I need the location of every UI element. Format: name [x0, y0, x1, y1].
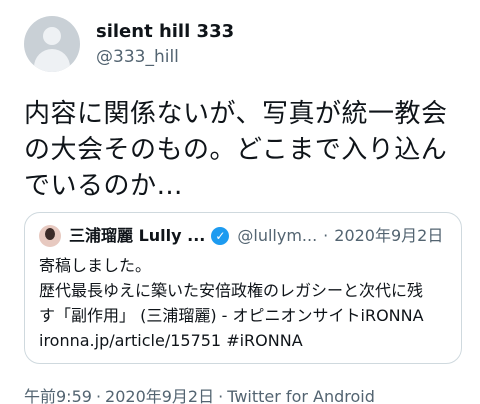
quoted-avatar	[39, 225, 61, 247]
quoted-text-line: 歴代最長ゆえに築いた安倍政権のレガシーと次代に残	[39, 281, 424, 300]
meta-separator: ·	[218, 387, 224, 404]
avatar-body-shape	[34, 49, 70, 72]
tweet-text-line: の大会そのもの。どこまで入り込ん	[24, 135, 448, 165]
author-names: silent hill 333 @333_hill	[96, 20, 234, 68]
tweet-time[interactable]: 午前9:59	[24, 387, 92, 404]
meta-separator: ·	[95, 387, 102, 404]
avatar-head-shape	[43, 27, 61, 45]
tweet-text-line: 内容に関係ないが、写真が統一教会	[24, 99, 448, 129]
verified-badge-icon: ✓	[211, 227, 230, 245]
tweet-source[interactable]: Twitter for Android	[227, 387, 375, 404]
tweet: silent hill 333 @333_hill 内容に関係ないが、写真が統一…	[0, 0, 480, 404]
quoted-handle: @lullym...	[237, 226, 318, 245]
quoted-date: 2020年9月2日	[334, 226, 444, 245]
quoted-text: 寄稿しました。 歴代最長ゆえに築いた安倍政権のレガシーと次代に残 す「副作用」 …	[39, 253, 447, 353]
tweet-text-line: でいるのか…	[24, 171, 184, 201]
tweet-text: 内容に関係ないが、写真が統一教会 の大会そのもの。どこまで入り込ん でいるのか…	[24, 96, 460, 204]
quoted-text-line: 寄稿しました。	[39, 256, 152, 275]
quoted-text-line: す「副作用」 (三浦瑠麗) - オピニオンサイトiRONNA	[39, 306, 424, 325]
author-display-name[interactable]: silent hill 333	[96, 20, 234, 44]
tweet-date[interactable]: 2020年9月2日	[105, 387, 214, 404]
quoted-tweet-card[interactable]: 三浦瑠麗 Lully ... ✓ @lullym... · 2020年9月2日 …	[24, 212, 462, 364]
quoted-tweet-header: 三浦瑠麗 Lully ... ✓ @lullym... · 2020年9月2日	[39, 225, 447, 247]
quoted-separator: ·	[323, 226, 329, 245]
quoted-display-name: 三浦瑠麗 Lully ...	[69, 226, 206, 245]
author-handle[interactable]: @333_hill	[96, 46, 234, 68]
quoted-text-line: ironna.jp/article/15751 #iRONNA	[39, 331, 303, 350]
tweet-header: silent hill 333 @333_hill	[24, 14, 460, 74]
tweet-meta: 午前9:59 · 2020年9月2日 · Twitter for Android	[24, 386, 375, 404]
avatar[interactable]	[24, 16, 80, 72]
